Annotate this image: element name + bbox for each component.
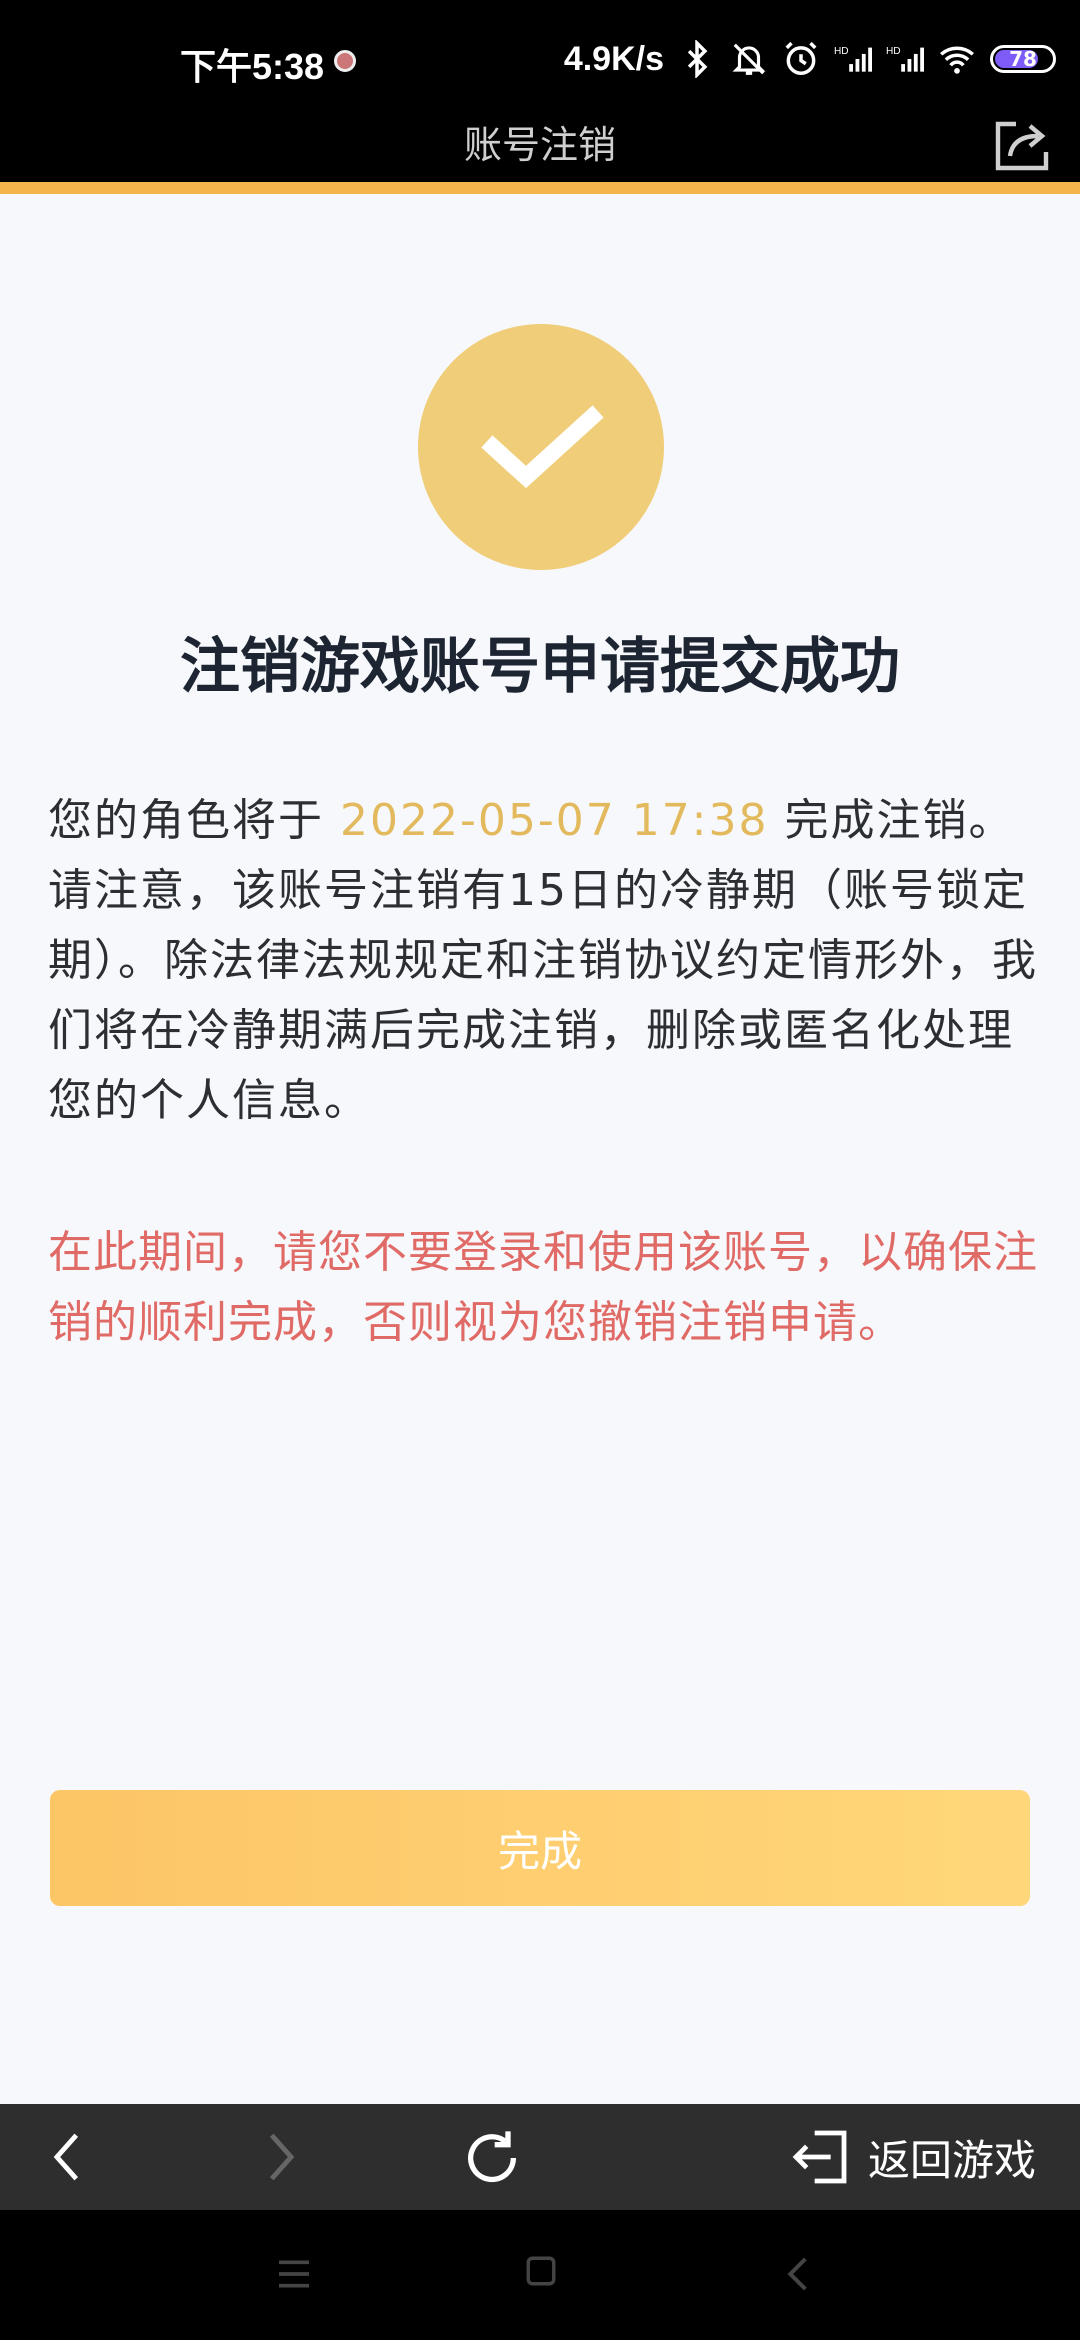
browser-toolbar: 返回游戏 xyxy=(0,2104,1080,2210)
system-nav-bar xyxy=(0,2210,1080,2340)
success-badge xyxy=(418,324,664,570)
menu-icon[interactable] xyxy=(274,2254,314,2294)
network-speed: 4.9K/s xyxy=(563,39,664,78)
battery-level: 78 xyxy=(1009,47,1037,71)
screen: 下午5:38 4.9K/s HD HD 78 账号注销 注销游戏账号申请提交成功… xyxy=(0,0,1080,2340)
back-arrow-icon[interactable] xyxy=(40,2128,98,2186)
svg-text:HD: HD xyxy=(834,46,849,57)
notification-icon xyxy=(334,50,356,72)
forward-arrow-icon[interactable] xyxy=(250,2128,308,2186)
page-title: 账号注销 xyxy=(463,123,616,167)
done-button[interactable]: 完成 xyxy=(50,1790,1030,1906)
warning-text: 在此期间，请您不要登录和使用该账号，以确保注销的顺利完成，否则视为您撤销注销申请… xyxy=(48,1227,1038,1348)
info-text-before-date: 您的角色将于 xyxy=(48,795,340,846)
check-icon xyxy=(481,405,604,489)
battery-icon: 78 xyxy=(990,45,1056,73)
status-bar: 下午5:38 4.9K/s HD HD 78 xyxy=(0,0,1080,120)
exit-icon xyxy=(792,2130,847,2184)
status-icons: 4.9K/s HD HD 78 xyxy=(564,36,1056,82)
cancellation-date: 2022-05-07 17:38 xyxy=(340,795,769,846)
title-bar: 账号注销 xyxy=(0,120,1080,194)
return-to-game-button[interactable]: 返回游戏 xyxy=(788,2122,1036,2192)
return-to-game-label: 返回游戏 xyxy=(867,2135,1036,2185)
info-paragraph: 您的角色将于 2022-05-07 17:38 完成注销。请注意，该账号注销有1… xyxy=(48,786,1038,1136)
alarm-icon xyxy=(785,41,817,75)
system-back-icon[interactable] xyxy=(782,2254,812,2294)
home-icon[interactable] xyxy=(524,2254,558,2288)
refresh-icon[interactable] xyxy=(460,2126,524,2190)
share-icon[interactable] xyxy=(990,112,1054,176)
signal-hd-icon: HD xyxy=(834,46,872,72)
status-time: 下午5:38 xyxy=(180,46,325,87)
wifi-icon xyxy=(940,46,974,74)
svg-text:HD: HD xyxy=(886,46,901,57)
headline: 注销游戏账号申请提交成功 xyxy=(180,632,900,702)
mute-icon xyxy=(732,43,766,75)
bluetooth-icon xyxy=(687,40,708,78)
signal-hd-icon: HD xyxy=(886,46,924,72)
